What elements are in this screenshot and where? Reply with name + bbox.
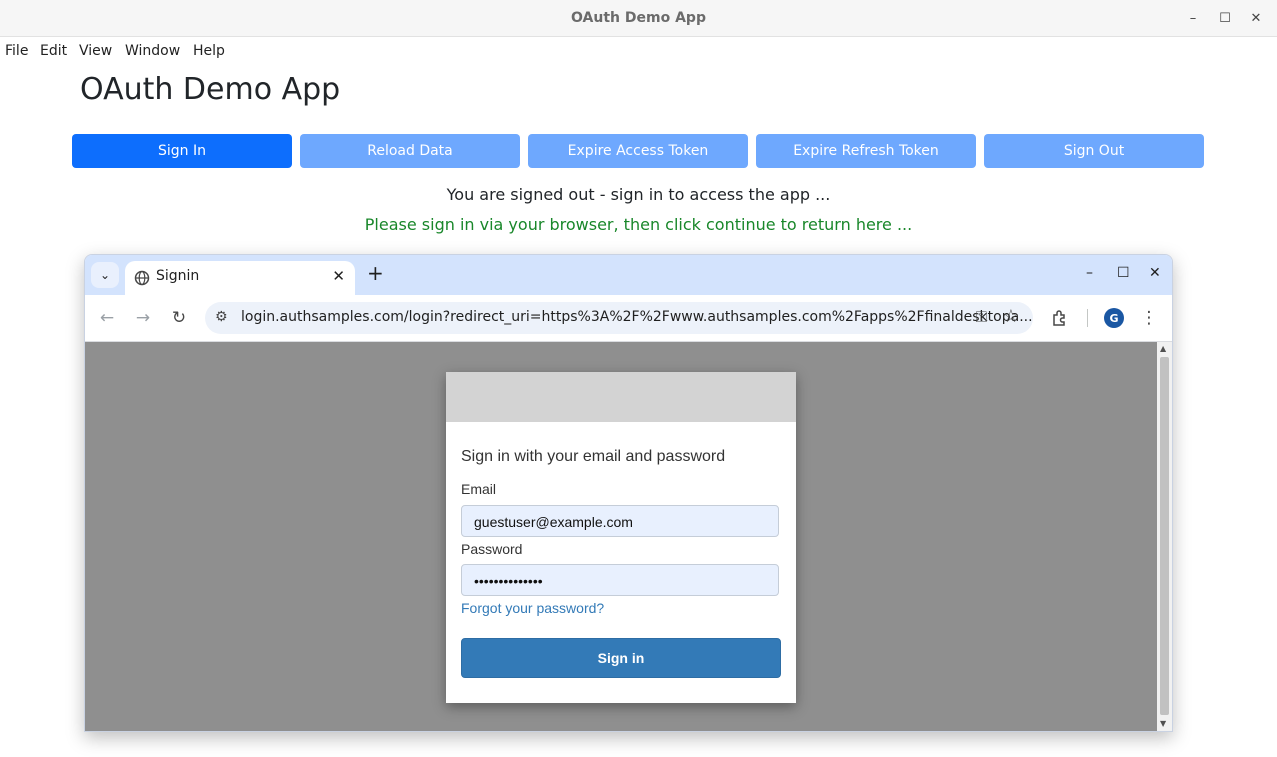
sign-out-button[interactable]: Sign Out [984,134,1204,168]
key-icon[interactable]: ⚿ [976,308,987,326]
scroll-up-icon[interactable]: ▲ [1160,344,1166,353]
login-heading: Sign in with your email and password [461,448,726,465]
menu-edit[interactable]: Edit [40,43,67,59]
menu-help[interactable]: Help [193,43,225,59]
reload-data-button[interactable]: Reload Data [300,134,520,168]
new-tab-icon[interactable]: + [367,261,384,285]
address-bar[interactable]: ⚙ login.authsamples.com/login?redirect_u… [205,302,1033,334]
sign-in-button[interactable]: Sign In [72,134,292,168]
menu-file[interactable]: File [5,43,28,59]
browser-window: ⌄ Signin ✕ + – ☐ ✕ ← → ↻ ⚙ login.authsam… [84,254,1173,732]
status-message: You are signed out - sign in to access t… [446,185,831,204]
site-settings-icon[interactable]: ⚙ [215,309,228,325]
email-label: Email [461,481,497,497]
toolbar-separator [1087,309,1088,327]
web-page: Sign in with your email and password Ema… [85,342,1157,731]
scroll-down-icon[interactable]: ▼ [1160,719,1166,728]
forgot-password-link[interactable]: Forgot your password? [461,600,604,616]
more-icon[interactable]: ⋮ [1138,307,1160,329]
tab-signin[interactable]: Signin ✕ [125,261,355,295]
tab-search-icon[interactable]: ⌄ [91,262,119,288]
back-icon[interactable]: ← [96,307,118,329]
extensions-icon[interactable] [1049,307,1071,329]
browser-close-icon[interactable]: ✕ [1149,265,1161,281]
forward-icon[interactable]: → [132,307,154,329]
sign-in-submit-button[interactable]: Sign in [461,638,781,678]
info-message: Please sign in via your browser, then cl… [364,215,913,234]
browser-minimize-icon[interactable]: – [1086,265,1093,281]
menu-view[interactable]: View [79,43,112,59]
page-scrollbar[interactable]: ▲ ▼ [1157,342,1172,731]
menubar: File Edit View Window Help [0,37,1277,65]
window-titlebar: OAuth Demo App – ☐ ✕ [0,0,1277,37]
window-title: OAuth Demo App [571,10,706,26]
tab-strip: ⌄ Signin ✕ + – ☐ ✕ [85,255,1172,295]
star-icon[interactable]: ☆ [1003,306,1019,327]
app-title: OAuth Demo App [80,72,341,107]
password-field[interactable]: •••••••••••••• [461,564,779,596]
profile-avatar[interactable]: G [1104,308,1124,328]
login-card: Sign in with your email and password Ema… [446,372,796,703]
browser-toolbar: ← → ↻ ⚙ login.authsamples.com/login?redi… [85,295,1172,342]
address-url[interactable]: login.authsamples.com/login?redirect_uri… [241,309,1033,325]
tab-close-icon[interactable]: ✕ [332,267,345,285]
close-icon[interactable]: ✕ [1245,7,1267,29]
browser-maximize-icon[interactable]: ☐ [1117,265,1130,281]
email-field[interactable]: guestuser@example.com [461,505,779,537]
maximize-icon[interactable]: ☐ [1214,7,1236,29]
minimize-icon[interactable]: – [1182,7,1204,29]
expire-refresh-token-button[interactable]: Expire Refresh Token [756,134,976,168]
expire-access-token-button[interactable]: Expire Access Token [528,134,748,168]
globe-icon [134,270,150,286]
reload-icon[interactable]: ↻ [168,307,190,329]
card-header [446,372,796,422]
tab-title: Signin [156,268,200,284]
menu-window[interactable]: Window [125,43,180,59]
password-label: Password [461,541,523,557]
scrollbar-thumb[interactable] [1160,357,1169,715]
